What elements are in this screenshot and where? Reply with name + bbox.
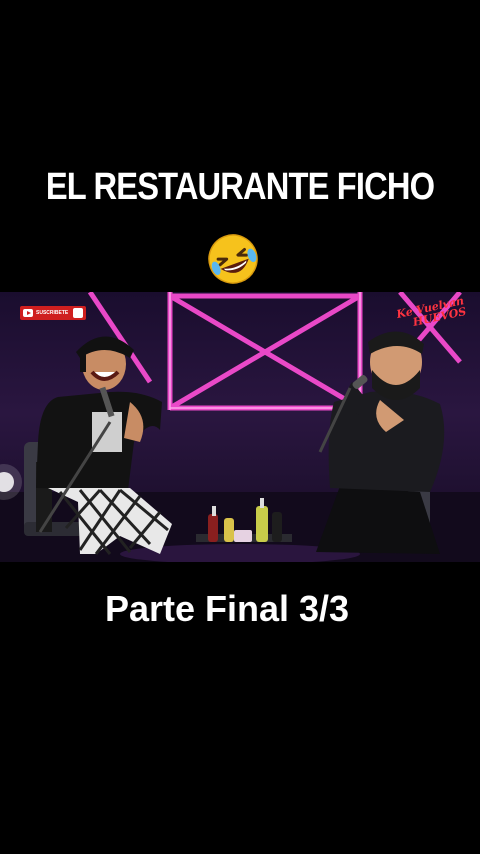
right-comedian — [316, 331, 445, 554]
part-label: Parte Final 3/3 — [104, 588, 350, 629]
laughing-emoji-icon — [206, 232, 260, 286]
subscribe-label: SUSCRIBETE — [36, 310, 69, 316]
youtube-icon — [23, 309, 33, 317]
stage-scene — [0, 292, 480, 562]
title-overlay: EL RESTAURANTE FICHO — [45, 166, 435, 208]
bell-icon — [73, 308, 83, 318]
subscribe-button[interactable]: SUSCRIBETE — [20, 306, 86, 320]
video-frame[interactable]: SUSCRIBETE Ke Vuelvan HUEVOS — [0, 292, 480, 562]
